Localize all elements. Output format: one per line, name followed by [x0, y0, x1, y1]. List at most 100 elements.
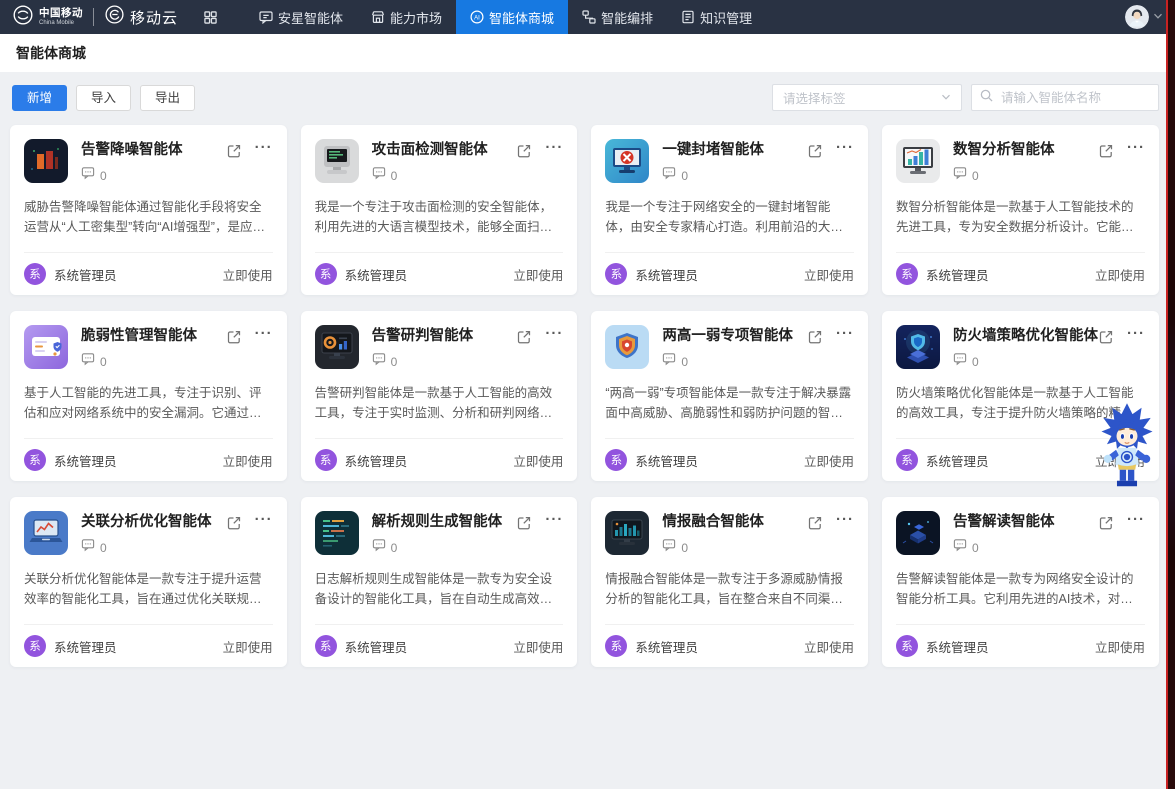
comment-button[interactable]: 0 [662, 166, 807, 185]
tag-select[interactable]: 请选择标签 [772, 84, 962, 111]
search-box [971, 84, 1159, 111]
assistant-mascot[interactable] [1096, 399, 1158, 495]
comment-button[interactable]: 0 [372, 352, 517, 371]
comment-button[interactable]: 0 [81, 166, 226, 185]
comment-icon [662, 352, 676, 371]
share-button[interactable] [807, 515, 823, 531]
more-button[interactable] [1127, 515, 1145, 525]
nav-item-agent-mall[interactable]: AI 智能体商城 [456, 0, 568, 34]
nav-item-orchestration[interactable]: 智能编排 [568, 0, 667, 34]
use-now-link[interactable]: 立即使用 [804, 451, 854, 470]
svg-text:AI: AI [474, 15, 480, 21]
comment-button[interactable]: 0 [662, 538, 807, 557]
more-button[interactable] [545, 515, 563, 525]
share-button[interactable] [516, 143, 532, 159]
use-now-link[interactable]: 立即使用 [223, 637, 273, 656]
logo-text-cn: 中国移动 [39, 8, 83, 19]
owner: 系 系统管理员 [315, 635, 408, 657]
more-button[interactable] [255, 329, 273, 339]
share-button[interactable] [1098, 329, 1114, 345]
share-button[interactable] [1098, 143, 1114, 159]
owner-avatar: 系 [605, 635, 627, 657]
use-now-link[interactable]: 立即使用 [223, 265, 273, 284]
more-button[interactable] [255, 515, 273, 525]
more-button[interactable] [836, 329, 854, 339]
more-button[interactable] [836, 143, 854, 153]
owner-avatar: 系 [896, 449, 918, 471]
use-now-link[interactable]: 立即使用 [804, 637, 854, 656]
search-input[interactable] [999, 90, 1150, 106]
agent-title: 两高一弱专项智能体 [662, 325, 807, 345]
comment-count: 0 [391, 541, 398, 555]
comment-count: 0 [681, 541, 688, 555]
comment-button[interactable]: 0 [372, 538, 517, 557]
top-nav: 中国移动 China Mobile 移动云 安星智能体 能力市场 AI 智能体商… [0, 0, 1175, 34]
owner-name: 系统管理员 [54, 637, 117, 656]
comment-button[interactable]: 0 [81, 352, 226, 371]
comment-button[interactable]: 0 [953, 352, 1098, 371]
more-button[interactable] [1127, 143, 1145, 153]
export-button[interactable]: 导出 [140, 85, 195, 111]
agent-title: 一键封堵智能体 [662, 139, 807, 159]
apps-grid-icon[interactable] [204, 11, 217, 24]
alert-noise-icon [24, 139, 68, 183]
share-button[interactable] [516, 329, 532, 345]
more-button[interactable] [836, 515, 854, 525]
agent-description: 我是一个专注于网络安全的一键封堵智能体，由安全专家精心打造。利用前沿的大模型技术… [591, 185, 868, 237]
use-now-link[interactable]: 立即使用 [513, 265, 563, 284]
share-button[interactable] [807, 143, 823, 159]
more-button[interactable] [1127, 329, 1145, 339]
comment-icon [953, 166, 967, 185]
add-button[interactable]: 新增 [12, 85, 67, 111]
use-now-link[interactable]: 立即使用 [513, 451, 563, 470]
agent-card: 攻击面检测智能体 0 [301, 125, 578, 295]
comment-button[interactable]: 0 [953, 166, 1098, 185]
avatar-chevron-icon[interactable] [1153, 8, 1163, 26]
nav-item-anxing-agent[interactable]: 安星智能体 [245, 0, 357, 34]
share-button[interactable] [807, 329, 823, 345]
share-button[interactable] [226, 143, 242, 159]
owner: 系 系统管理员 [24, 449, 117, 471]
comment-count: 0 [681, 169, 688, 183]
use-now-link[interactable]: 立即使用 [804, 265, 854, 284]
agent-card: 告警研判智能体 0 [301, 311, 578, 481]
use-now-link[interactable]: 立即使用 [1095, 265, 1145, 284]
more-button[interactable] [545, 329, 563, 339]
correlation-icon [24, 511, 68, 555]
share-button[interactable] [516, 515, 532, 531]
user-avatar[interactable] [1125, 5, 1149, 29]
comment-icon [662, 538, 676, 557]
agent-card: 脆弱性管理智能体 0 [10, 311, 287, 481]
firewall-icon [896, 325, 940, 369]
comment-count: 0 [100, 169, 107, 183]
comment-count: 0 [972, 169, 979, 183]
comment-button[interactable]: 0 [662, 352, 807, 371]
screen-edge-artifact [1166, 0, 1175, 789]
owner-name: 系统管理员 [635, 265, 698, 284]
more-button[interactable] [545, 143, 563, 153]
nav-item-knowledge-mgmt[interactable]: 知识管理 [667, 0, 766, 34]
more-button[interactable] [255, 143, 273, 153]
agent-title: 情报融合智能体 [662, 511, 807, 531]
share-button[interactable] [226, 329, 242, 345]
comment-count: 0 [100, 541, 107, 555]
parse-rule-icon [315, 511, 359, 555]
comment-button[interactable]: 0 [81, 538, 226, 557]
comment-button[interactable]: 0 [953, 538, 1098, 557]
comment-icon [372, 352, 386, 371]
owner: 系 系统管理员 [605, 635, 698, 657]
share-button[interactable] [1098, 515, 1114, 531]
comment-button[interactable]: 0 [372, 166, 517, 185]
import-button[interactable]: 导入 [76, 85, 131, 111]
nav-item-capability-market[interactable]: 能力市场 [357, 0, 456, 34]
use-now-link[interactable]: 立即使用 [513, 637, 563, 656]
data-analysis-icon [896, 139, 940, 183]
use-now-link[interactable]: 立即使用 [1095, 637, 1145, 656]
comment-icon [372, 538, 386, 557]
share-button[interactable] [226, 515, 242, 531]
comment-icon [81, 352, 95, 371]
two-high-one-weak-icon [605, 325, 649, 369]
owner-avatar: 系 [315, 635, 337, 657]
use-now-link[interactable]: 立即使用 [223, 451, 273, 470]
search-icon [980, 89, 993, 107]
